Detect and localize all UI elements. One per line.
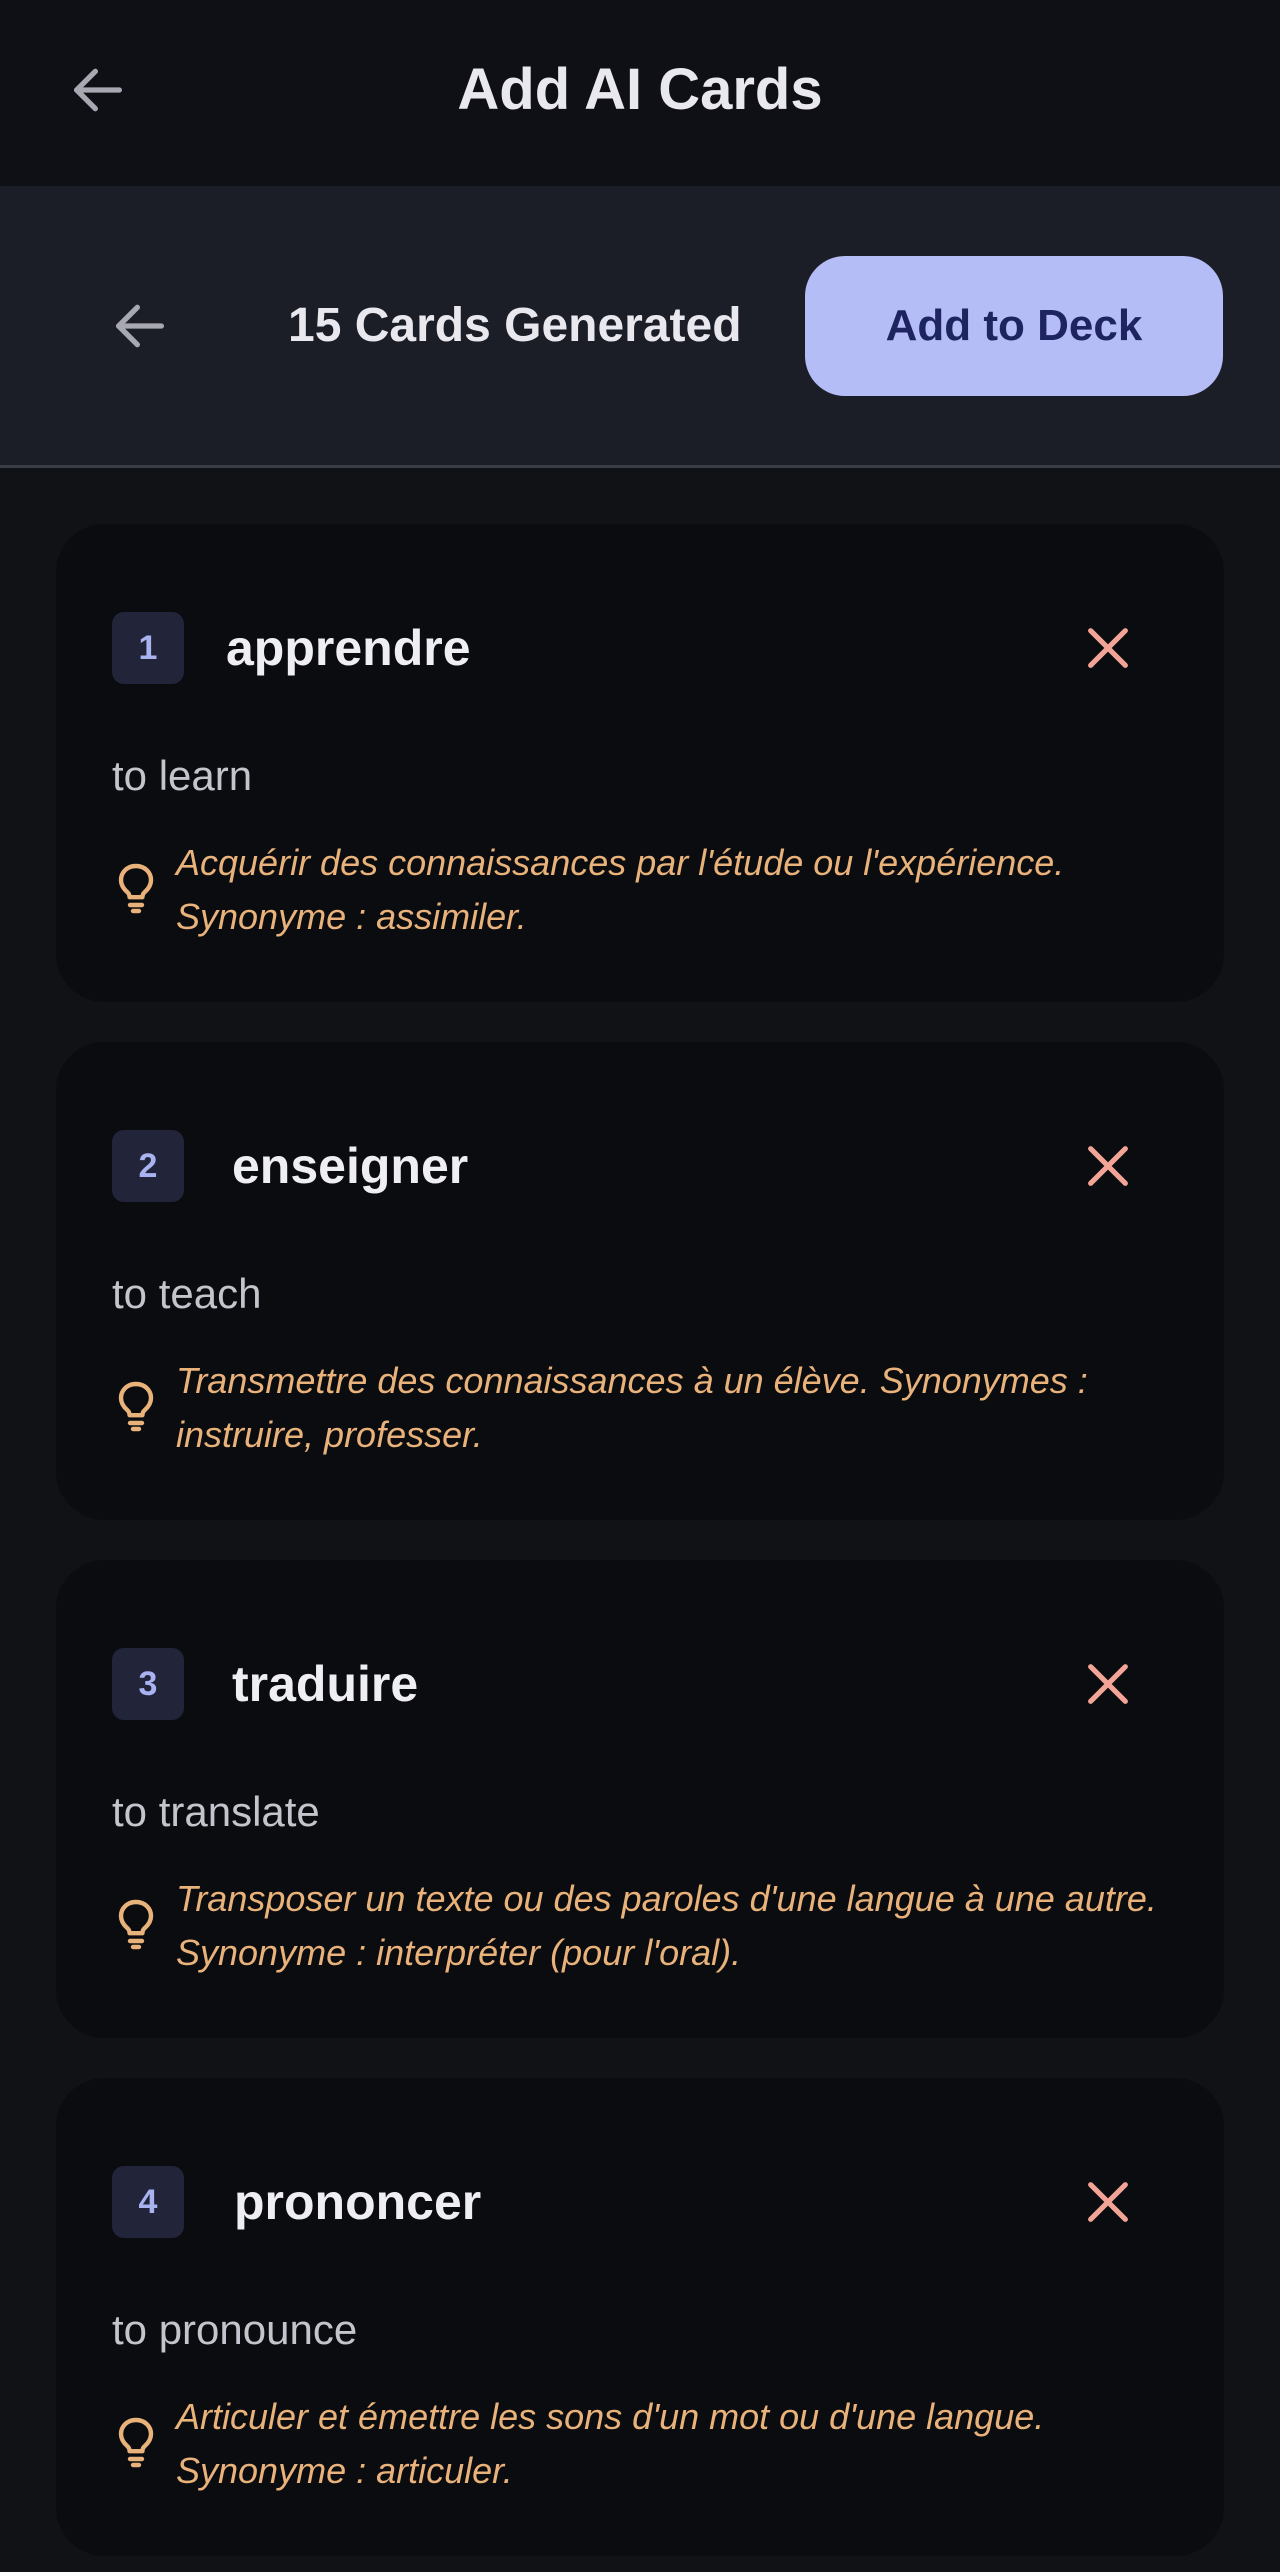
card-number-badge: 3	[112, 1648, 184, 1720]
arrow-left-icon	[116, 304, 164, 348]
app-bar: Add AI Cards	[0, 0, 1280, 186]
close-icon	[1088, 2182, 1128, 2222]
remove-card-button[interactable]	[1078, 2172, 1138, 2232]
card-term: enseigner	[232, 1138, 469, 1194]
cards-generated-count: 15 Cards Generated	[288, 299, 742, 352]
add-ai-cards-screen: Add AI Cards 15 Cards Generated Add to D…	[0, 0, 1280, 2572]
remove-card-button[interactable]	[1078, 1136, 1138, 1196]
card-number-badge: 4	[112, 2166, 184, 2238]
card-hint: Transmettre des connaissances à un élève…	[176, 1360, 1088, 1455]
card-number-badge: 1	[112, 612, 184, 684]
card-translation: to pronounce	[112, 2306, 358, 2353]
card-hint: Articuler et émettre les sons d'un mot o…	[176, 2396, 1045, 2491]
card-translation: to translate	[112, 1788, 320, 1835]
card-hint: Transposer un texte ou des paroles d'une…	[176, 1878, 1157, 1973]
card-number-badge: 2	[112, 1130, 184, 1202]
lightbulb-icon	[118, 1899, 154, 1950]
page-title: Add AI Cards	[457, 57, 823, 122]
card-term: apprendre	[226, 620, 471, 676]
close-icon	[1088, 628, 1128, 668]
generated-card: 4 prononcer to pronounce Articuler et ém…	[56, 2078, 1224, 2556]
lightbulb-icon	[118, 2417, 154, 2468]
add-to-deck-button[interactable]: Add to Deck	[805, 256, 1223, 396]
close-icon	[1088, 1146, 1128, 1186]
lightbulb-icon	[118, 863, 154, 914]
generated-card: 3 traduire to translate Transposer un te…	[56, 1560, 1224, 2038]
card-hint: Acquérir des connaissances par l'étude o…	[176, 842, 1065, 937]
card-term: prononcer	[234, 2174, 482, 2230]
back-to-generate-button[interactable]	[100, 286, 180, 366]
generated-card: 1 apprendre to learn Acquérir des connai…	[56, 524, 1224, 1002]
close-icon	[1088, 1664, 1128, 1704]
generated-header: 15 Cards Generated Add to Deck	[0, 186, 1280, 468]
card-translation: to learn	[112, 752, 253, 799]
card-translation: to teach	[112, 1270, 262, 1317]
generated-card: 2 enseigner to teach Transmettre des con…	[56, 1042, 1224, 1520]
remove-card-button[interactable]	[1078, 618, 1138, 678]
remove-card-button[interactable]	[1078, 1654, 1138, 1714]
card-term: traduire	[232, 1656, 419, 1712]
lightbulb-icon	[118, 1381, 154, 1432]
